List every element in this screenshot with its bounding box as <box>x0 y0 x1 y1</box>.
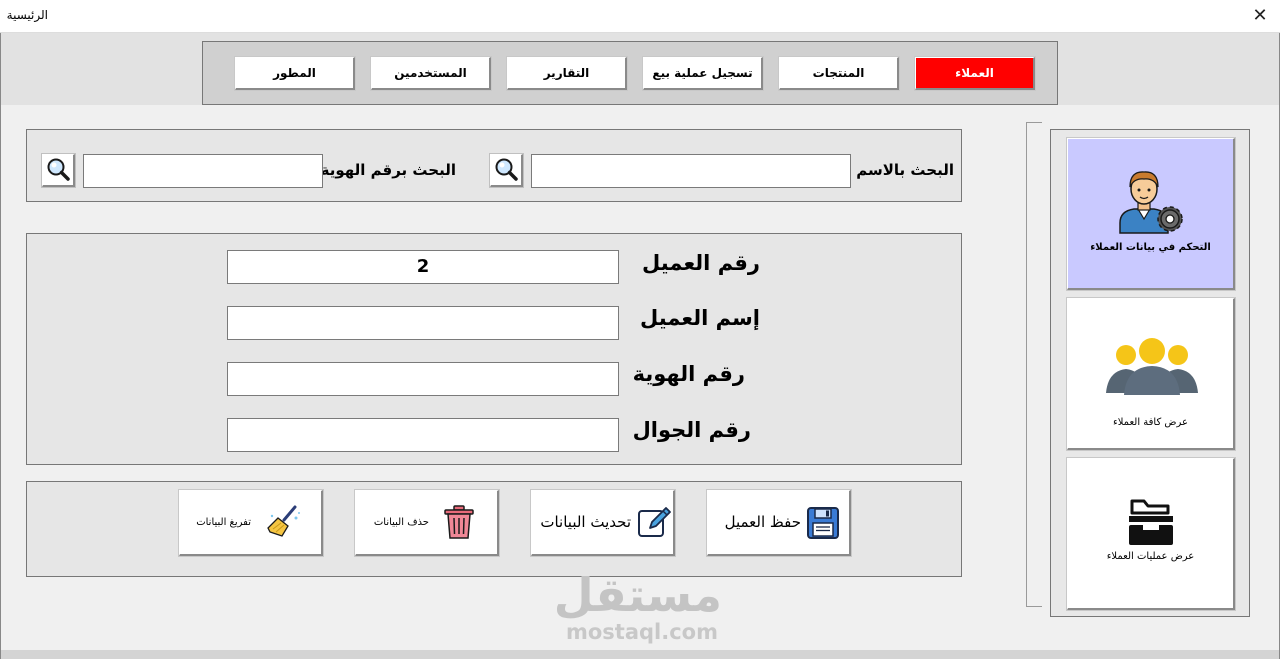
tab-developer[interactable]: المطور <box>235 57 355 90</box>
search-by-name-label: البحث بالاسم <box>856 161 954 179</box>
customer-id-label: رقم الهوية <box>632 362 745 386</box>
clear-data-button[interactable]: تفريغ البيانات <box>179 490 323 556</box>
search-by-id-label: البحث برقم الهوية <box>320 161 456 179</box>
update-data-button[interactable]: تحديث البيانات <box>531 490 675 556</box>
search-by-name-input[interactable] <box>531 154 851 188</box>
side-item-all-customers[interactable]: عرض كافة العملاء <box>1067 298 1235 450</box>
side-item-all-customers-label: عرض كافة العملاء <box>1113 417 1188 428</box>
update-data-label: تحديث البيانات <box>540 513 631 531</box>
tab-products[interactable]: المنتجات <box>779 57 899 90</box>
side-item-manage-customers-label: التحكم في بيانات العملاء <box>1090 242 1211 253</box>
side-item-customer-operations-label: عرض عمليات العملاء <box>1106 551 1195 562</box>
search-by-id-input[interactable] <box>83 154 323 188</box>
customer-mobile-field[interactable] <box>227 418 619 452</box>
bottom-strip <box>1 650 1279 659</box>
delete-data-label: حذف البيانات <box>373 517 429 528</box>
close-icon[interactable]: ✕ <box>1248 4 1272 28</box>
broom-icon <box>267 505 300 537</box>
title-bar <box>0 0 1280 33</box>
magnifier-icon <box>495 158 518 181</box>
watermark-url: mostaql.com <box>566 620 718 644</box>
edit-pencil-icon <box>638 507 671 537</box>
save-customer-button[interactable]: حفظ العميل <box>707 490 851 556</box>
customer-name-label: إسم العميل <box>640 306 760 330</box>
tab-record-sale[interactable]: تسجيل عملية بيع <box>643 57 763 90</box>
delete-data-button[interactable]: حذف البيانات <box>355 490 499 556</box>
window-border-left <box>0 33 1 659</box>
search-by-name-button[interactable] <box>490 154 523 187</box>
tab-customers[interactable]: العملاء <box>915 57 1035 90</box>
search-by-id-button[interactable] <box>42 154 75 187</box>
side-item-customer-operations[interactable]: عرض عمليات العملاء <box>1067 458 1235 610</box>
customer-number-field[interactable]: 2 <box>227 250 619 284</box>
tab-users[interactable]: المستخدمين <box>371 57 491 90</box>
customer-number-label: رقم العميل <box>642 251 760 275</box>
customer-settings-icon <box>1119 171 1183 234</box>
trash-icon <box>444 505 474 539</box>
window-title: الرئيسية <box>6 8 48 22</box>
customer-mobile-label: رقم الجوال <box>632 418 751 442</box>
folder-tray-icon <box>1129 499 1173 545</box>
vertical-divider <box>1026 122 1042 607</box>
clear-data-label: تفريغ البيانات <box>196 517 251 528</box>
tab-reports[interactable]: التقارير <box>507 57 627 90</box>
save-customer-label: حفظ العميل <box>724 513 801 531</box>
magnifier-icon <box>47 158 70 181</box>
customer-name-field[interactable] <box>227 306 619 340</box>
floppy-disk-icon <box>807 507 839 539</box>
watermark-logo: مستقل <box>553 568 722 622</box>
side-item-manage-customers[interactable]: التحكم في بيانات العملاء <box>1067 138 1235 290</box>
customer-id-field[interactable] <box>227 362 619 396</box>
users-group-icon <box>1106 338 1198 395</box>
